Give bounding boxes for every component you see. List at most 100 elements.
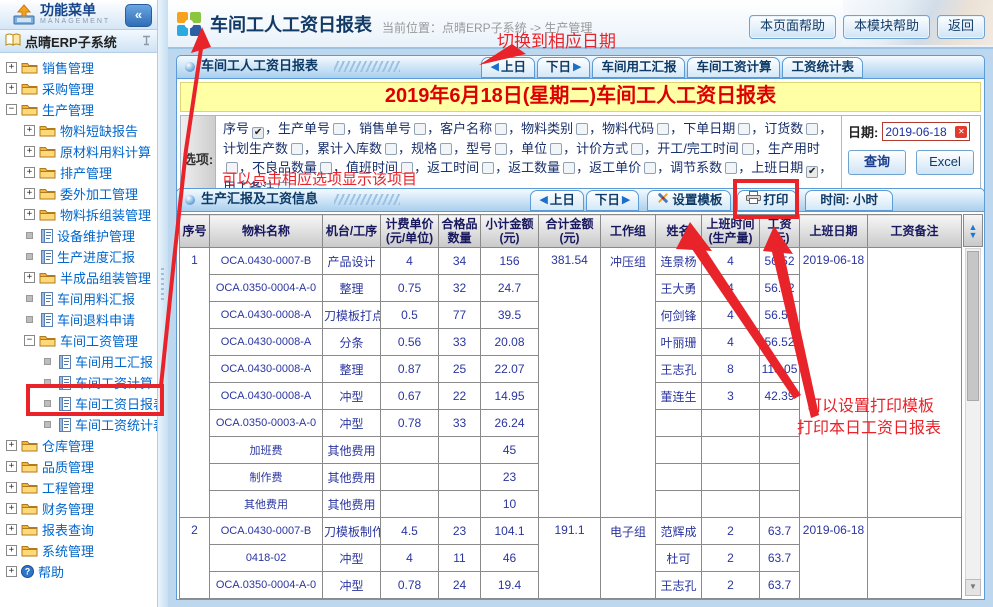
module-help-button[interactable]: 本模块帮助 <box>843 15 930 39</box>
option-label[interactable]: 返工单价 <box>589 160 641 175</box>
option-item-值班时间[interactable]: 值班时间 <box>346 160 414 175</box>
calendar-icon[interactable]: ✕ <box>955 126 967 138</box>
checkbox-unchecked[interactable] <box>725 162 737 174</box>
option-item-计划生产数[interactable]: 计划生产数 <box>223 141 304 156</box>
option-label[interactable]: 客户名称 <box>440 121 492 136</box>
scroll-chevrons[interactable]: ▲ ▼ <box>963 214 983 247</box>
query-button[interactable]: 查询 <box>848 150 906 175</box>
sidebar-item-label[interactable]: 物料短缺报告 <box>60 121 138 140</box>
sidebar-item-label[interactable]: 销售管理 <box>42 58 94 77</box>
print-button[interactable]: 打印 <box>737 190 797 211</box>
back-button[interactable]: 返回 <box>937 15 985 39</box>
collapse-icon[interactable]: − <box>6 104 17 115</box>
checkbox-unchecked[interactable] <box>742 143 754 155</box>
checkbox-unchecked[interactable] <box>738 123 750 135</box>
sidebar-item-label[interactable]: 车间用料汇报 <box>57 289 135 308</box>
expand-icon[interactable]: + <box>24 167 35 178</box>
sidebar-item-采购管理[interactable]: +采购管理 <box>0 78 157 99</box>
checkbox-unchecked[interactable] <box>320 162 332 174</box>
option-item-客户名称[interactable]: 客户名称 <box>440 121 508 136</box>
expand-icon[interactable]: + <box>6 62 17 73</box>
set-template-button[interactable]: 设置模板 <box>647 190 731 211</box>
option-item-调节系数[interactable]: 调节系数 <box>670 160 738 175</box>
option-item-序号[interactable]: 序号✔ <box>223 121 265 136</box>
sidebar-item-label[interactable]: 原材料用料计算 <box>60 142 151 161</box>
checkbox-unchecked[interactable] <box>401 162 413 174</box>
option-item-返工单价[interactable]: 返工单价 <box>589 160 657 175</box>
pin-icon[interactable] <box>141 34 152 49</box>
sidebar-item-财务管理[interactable]: + 财务管理 <box>0 498 157 519</box>
option-label[interactable]: 单位 <box>521 141 547 156</box>
sidebar-item-仓库管理[interactable]: + 仓库管理 <box>0 435 157 456</box>
option-label[interactable]: 销售单号 <box>359 121 411 136</box>
expand-icon[interactable]: + <box>24 146 35 157</box>
prev-day-button-2[interactable]: ◀上日 <box>530 190 583 211</box>
sidebar-item-原材料用料计算[interactable]: + 原材料用料计算 <box>0 141 157 162</box>
option-item-不良品数量[interactable]: 不良品数量 <box>252 160 333 175</box>
tab-labor-report[interactable]: 车间用工汇报 <box>592 57 685 78</box>
checkbox-unchecked[interactable] <box>291 143 303 155</box>
sidebar-item-车间工资统计表[interactable]: 车间工资统计表 <box>0 414 157 435</box>
sidebar-item-label[interactable]: 委外加工管理 <box>60 184 138 203</box>
option-label[interactable]: 返工时间 <box>427 160 479 175</box>
expand-icon[interactable]: + <box>6 461 17 472</box>
checkbox-unchecked[interactable] <box>495 123 507 135</box>
sidebar-item-label[interactable]: 财务管理 <box>42 499 94 518</box>
tab-wage-stats[interactable]: 工资统计表 <box>782 57 863 78</box>
sidebar-item-label[interactable]: 采购管理 <box>42 79 94 98</box>
chevron-down-icon[interactable]: ▼ <box>969 231 978 239</box>
sidebar-collapse-button[interactable]: « <box>125 4 152 27</box>
checkbox-unchecked[interactable] <box>482 162 494 174</box>
tab-wage-calc[interactable]: 车间工资计算 <box>687 57 780 78</box>
option-item-累计入库数[interactable]: 累计入库数 <box>317 141 398 156</box>
option-label[interactable]: 订货数 <box>764 121 803 136</box>
checkbox-unchecked[interactable] <box>385 143 397 155</box>
option-label[interactable]: 序号 <box>223 121 249 136</box>
excel-button[interactable]: Excel <box>916 150 974 175</box>
option-item-规格[interactable]: 规格 <box>411 141 453 156</box>
expand-icon[interactable]: + <box>6 503 17 514</box>
option-item-计价方式[interactable]: 计价方式 <box>576 141 644 156</box>
option-label[interactable]: 规格 <box>411 141 437 156</box>
sidebar-item-label[interactable]: 仓库管理 <box>42 436 94 455</box>
sidebar-item-label[interactable]: 生产管理 <box>42 100 94 119</box>
option-item-开工/完工时间[interactable]: 开工/完工时间 <box>657 141 755 156</box>
sidebar-item-label[interactable]: 车间工资管理 <box>60 331 138 350</box>
expand-icon[interactable]: + <box>24 272 35 283</box>
option-label[interactable]: 计价方式 <box>576 141 628 156</box>
expand-icon[interactable]: + <box>6 440 17 451</box>
sidebar-item-车间用料汇报[interactable]: 车间用料汇报 <box>0 288 157 309</box>
checkbox-unchecked[interactable] <box>631 143 643 155</box>
checkbox-unchecked[interactable] <box>576 123 588 135</box>
sidebar-item-物料拆组装管理[interactable]: +物料拆组装管理 <box>0 204 157 225</box>
scrollbar-track[interactable] <box>965 248 981 580</box>
option-label[interactable]: 型号 <box>466 141 492 156</box>
sidebar-item-帮助[interactable]: +?帮助 <box>0 561 157 582</box>
sidebar-item-工程管理[interactable]: +工程管理 <box>0 477 157 498</box>
option-item-返工数量[interactable]: 返工数量 <box>508 160 576 175</box>
sidebar-item-label[interactable]: 车间用工汇报 <box>75 352 153 371</box>
sidebar-item-label[interactable]: 设备维护管理 <box>57 226 135 245</box>
expand-icon[interactable]: + <box>6 524 17 535</box>
option-label[interactable]: 物料类别 <box>521 121 573 136</box>
checkbox-unchecked[interactable] <box>657 123 669 135</box>
option-item-单位[interactable]: 单位 <box>521 141 563 156</box>
checkbox-unchecked[interactable] <box>563 162 575 174</box>
expand-icon[interactable]: + <box>24 188 35 199</box>
collapse-icon[interactable]: − <box>24 335 35 346</box>
option-label[interactable]: 开工/完工时间 <box>657 141 739 156</box>
option-label[interactable]: 计划生产数 <box>223 141 288 156</box>
next-day-button-2[interactable]: 下日▶ <box>586 190 639 211</box>
checkbox-unchecked[interactable] <box>414 123 426 135</box>
sidebar-item-label[interactable]: 工程管理 <box>42 478 94 497</box>
expand-icon[interactable]: + <box>24 125 35 136</box>
sidebar-item-label[interactable]: 物料拆组装管理 <box>60 205 151 224</box>
sidebar-item-label[interactable]: 排产管理 <box>60 163 112 182</box>
scrollbar-down-button[interactable]: ▼ <box>965 579 981 596</box>
checkbox-unchecked[interactable] <box>333 123 345 135</box>
next-day-button[interactable]: 下日▶ <box>537 57 590 78</box>
scrollbar-thumb[interactable] <box>967 251 979 401</box>
sidebar-item-label[interactable]: 系统管理 <box>42 541 94 560</box>
sidebar-item-label[interactable]: 生产进度汇报 <box>57 247 135 266</box>
sidebar-item-半成品组装管理[interactable]: +半成品组装管理 <box>0 267 157 288</box>
